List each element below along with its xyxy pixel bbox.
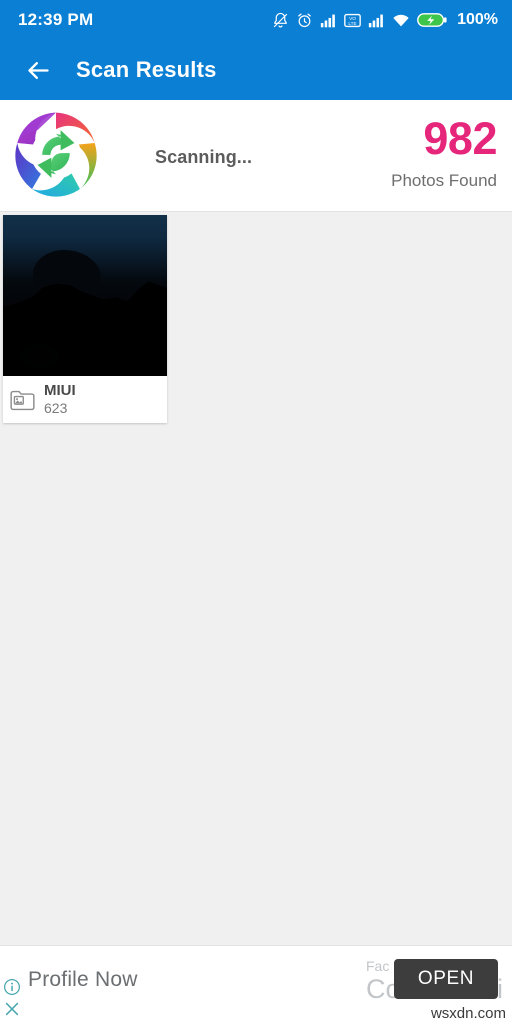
close-x-icon[interactable] — [3, 1000, 21, 1018]
signal-bars-icon — [320, 14, 335, 27]
battery-percent-label: 100% — [457, 11, 498, 28]
album-results-area: MIUI 623 — [0, 213, 512, 945]
ad-open-button[interactable]: OPEN — [394, 959, 498, 999]
photo-count-value: 982 — [423, 113, 497, 164]
status-icon-tray: VO LTE 100% — [272, 11, 498, 29]
watermark-label: wsxdn.com — [430, 1005, 506, 1022]
album-grid: MIUI 623 — [0, 213, 512, 423]
photo-folder-icon — [10, 390, 35, 410]
album-photo-count: 623 — [44, 399, 68, 416]
alarm-clock-icon — [298, 12, 311, 27]
photo-count-label: Photos Found — [391, 171, 497, 190]
ad-badge-group — [3, 978, 21, 1018]
ad-headline: Profile Now — [28, 968, 138, 991]
bell-muted-icon — [273, 12, 288, 27]
scan-summary-bar: Scanning... 982 Photos Found — [0, 100, 512, 212]
album-name: MIUI — [44, 381, 76, 399]
volte-icon: VO LTE — [344, 13, 361, 27]
album-card[interactable]: MIUI 623 — [3, 215, 167, 423]
album-meta-row: MIUI 623 — [3, 376, 167, 423]
page-title: Scan Results — [76, 57, 217, 82]
status-bar: 12:39 PM VO LTE 100% — [0, 0, 512, 40]
info-circle-icon[interactable] — [3, 978, 21, 996]
status-clock: 12:39 PM — [18, 10, 94, 29]
wifi-icon — [393, 14, 409, 27]
svg-text:LTE: LTE — [348, 20, 356, 26]
ad-banner[interactable]: Profile Now Fac Co i OPEN wsxdn.com — [0, 945, 512, 1024]
back-button[interactable] — [12, 44, 64, 96]
album-meta-text: MIUI 623 — [44, 382, 76, 418]
photo-count-block: 982 Photos Found — [391, 116, 497, 191]
ad-subtext-small: Fac — [366, 958, 390, 974]
album-thumbnail[interactable] — [3, 215, 167, 376]
app-logo-recovery-swirl-icon — [15, 112, 97, 197]
back-arrow-icon — [27, 61, 49, 79]
signal-bars-icon — [368, 14, 383, 27]
app-bar: Scan Results — [0, 40, 512, 100]
scan-status-text: Scanning... — [155, 147, 253, 167]
battery-charging-icon — [417, 13, 447, 27]
